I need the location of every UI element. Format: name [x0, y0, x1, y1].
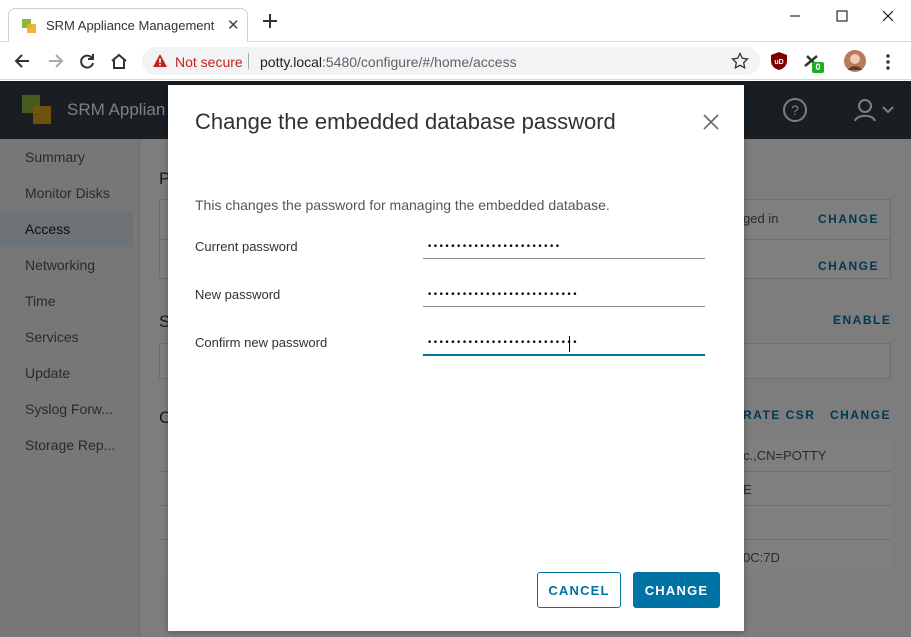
dialog-title: Change the embedded database password	[195, 109, 616, 134]
text-caret	[569, 336, 570, 352]
maximize-icon[interactable]	[832, 6, 852, 26]
home-icon[interactable]	[109, 51, 129, 71]
url-text[interactable]: potty.local:5480/configure/#/home/access	[260, 54, 517, 70]
close-icon[interactable]	[702, 113, 720, 131]
window-close-icon[interactable]	[878, 6, 898, 26]
change-password-dialog: Change the embedded database password Th…	[168, 85, 744, 631]
browser-tab[interactable]: SRM Appliance Management ✕	[8, 8, 248, 42]
browser-titlebar: SRM Appliance Management ✕	[0, 0, 911, 42]
omnibox-divider	[248, 53, 249, 69]
change-button[interactable]: CHANGE	[633, 572, 720, 608]
tab-close-icon[interactable]: ✕	[227, 16, 240, 34]
extension-badge: 0	[812, 62, 824, 73]
profile-avatar-icon[interactable]	[844, 50, 866, 72]
security-status[interactable]: Not secure	[175, 54, 243, 70]
warning-icon	[153, 54, 167, 67]
new-tab-icon[interactable]	[261, 12, 279, 30]
reload-icon[interactable]	[77, 51, 97, 71]
forward-arrow-icon[interactable]	[45, 51, 65, 71]
bookmark-star-icon[interactable]	[731, 52, 749, 70]
browser-toolbar: Not secure potty.local:5480/configure/#/…	[0, 42, 911, 80]
url-host: potty.local	[260, 54, 322, 70]
current-password-label: Current password	[195, 239, 298, 254]
svg-text:uD: uD	[774, 59, 783, 66]
confirm-password-input[interactable]	[423, 331, 705, 356]
browser-menu-icon[interactable]	[878, 52, 898, 72]
tab-title: SRM Appliance Management	[46, 18, 215, 33]
current-password-input[interactable]	[423, 235, 705, 259]
confirm-password-label: Confirm new password	[195, 335, 328, 350]
back-arrow-icon[interactable]	[13, 51, 33, 71]
vmware-favicon-icon	[22, 19, 36, 33]
dialog-description: This changes the password for managing t…	[195, 197, 610, 213]
new-password-input[interactable]	[423, 283, 705, 307]
url-path: :5480/configure/#/home/access	[322, 54, 517, 70]
cancel-button[interactable]: CANCEL	[537, 572, 621, 608]
ublock-extension-icon[interactable]: uD	[769, 51, 789, 71]
minimize-icon[interactable]	[785, 6, 805, 26]
address-bar[interactable]: Not secure potty.local:5480/configure/#/…	[142, 47, 760, 75]
new-password-label: New password	[195, 287, 281, 302]
extension-with-badge[interactable]: 0	[802, 51, 826, 75]
